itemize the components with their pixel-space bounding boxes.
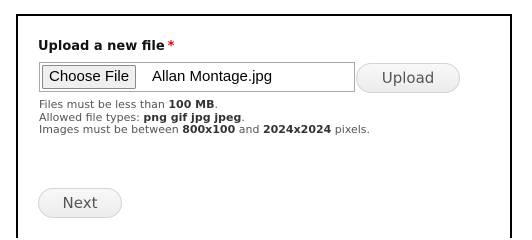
help-types-prefix: Allowed file types: — [39, 110, 144, 124]
allowed-file-types: png gif jpg jpeg — [143, 110, 242, 124]
help-size-prefix: Files must be less than — [39, 98, 169, 111]
help-types-suffix: . — [241, 110, 245, 124]
max-dimensions: 2024x2024 — [262, 123, 332, 136]
upload-field-label: Upload a new file * — [38, 39, 174, 54]
max-file-size: 100 MB — [168, 98, 215, 111]
choose-file-button[interactable]: Choose File — [42, 65, 137, 89]
help-size-suffix: . — [214, 98, 219, 111]
upload-button[interactable]: Upload — [356, 63, 460, 93]
upload-help-text: Files must be less than 100 MB. Allowed … — [39, 98, 371, 137]
help-dimensions-and: and — [235, 123, 263, 136]
selected-file-name: Allan Montage.jpg — [152, 68, 273, 85]
help-dimensions-suffix: pixels. — [331, 123, 371, 136]
help-dimensions-prefix: Images must be between — [39, 123, 183, 136]
next-button[interactable]: Next — [38, 188, 122, 218]
upload-label-text: Upload a new file — [38, 39, 165, 54]
upload-form-panel: Upload a new file * Choose File Allan Mon… — [16, 14, 512, 238]
help-line-dimensions: Images must be between 800x100 and 2024x… — [39, 123, 371, 137]
min-dimensions: 800x100 — [182, 123, 236, 136]
file-input[interactable]: Choose File Allan Montage.jpg — [39, 62, 355, 92]
required-marker: * — [167, 39, 175, 54]
